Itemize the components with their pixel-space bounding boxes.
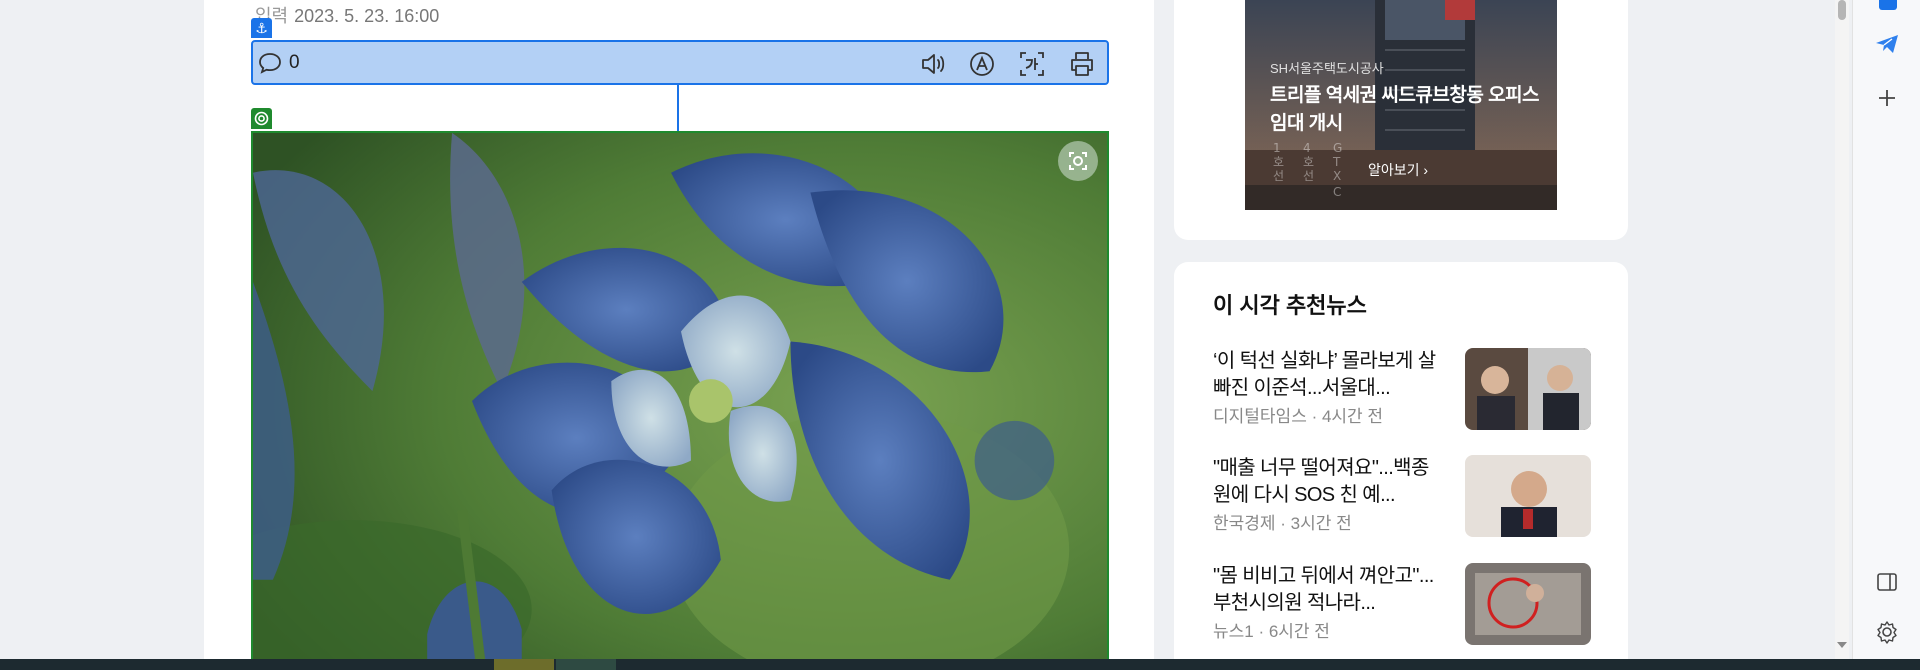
svg-text:호: 호	[1273, 155, 1284, 169]
news-headline: ‘이 턱선 실화냐’ 몰라보게 살 빠진 이준석...서울대...	[1213, 350, 1436, 399]
news-thumbnail	[1465, 348, 1591, 430]
scroll-down-arrow-icon[interactable]	[1837, 642, 1847, 648]
news-thumbnail	[1465, 563, 1591, 645]
speaker-icon	[922, 54, 945, 74]
add-icon	[1879, 90, 1895, 106]
svg-text:선: 선	[1303, 169, 1314, 183]
article-timestamp: 입력 2023. 5. 23. 16:00	[255, 2, 439, 28]
svg-text:C: C	[1333, 185, 1341, 199]
print-button[interactable]	[1067, 49, 1097, 79]
speech-bubble-icon	[259, 53, 281, 74]
ad-sponsor: SH서울주택도시공사	[1270, 61, 1384, 76]
article-toolbar: 0	[251, 40, 1109, 85]
telegram-button[interactable]	[1873, 30, 1901, 58]
toolbar-connector-line	[677, 85, 679, 132]
news-item[interactable]: "몸 비비고 뒤에서 껴안고"...부천시의원 적나라... 뉴스1 · 6시간…	[1213, 563, 1593, 659]
os-taskbar	[0, 659, 1920, 670]
news-section-title: 이 시각 추천뉴스	[1213, 293, 1367, 318]
settings-gear-icon	[1877, 621, 1897, 644]
taskbar-app[interactable]	[556, 659, 616, 670]
telegram-icon	[1876, 35, 1898, 53]
sidebar-toggle-button[interactable]	[1873, 568, 1901, 596]
settings-button[interactable]	[1873, 618, 1901, 646]
comment-button[interactable]: 0	[257, 50, 300, 76]
browser-side-panel	[1852, 0, 1920, 670]
text-size-button[interactable]	[967, 49, 997, 79]
listen-button[interactable]	[917, 49, 947, 79]
svg-text:선: 선	[1273, 169, 1284, 183]
news-meta: 뉴스1 · 6시간 전	[1213, 622, 1330, 641]
sidebar-toggle-icon	[1877, 573, 1897, 591]
line4-sign: 4	[1303, 141, 1311, 155]
gtx-sign: G	[1333, 141, 1342, 155]
news-thumbnail	[1465, 455, 1591, 537]
target-icon	[251, 108, 272, 129]
timestamp-value: 2023. 5. 23. 16:00	[294, 6, 440, 26]
flower-photo	[253, 133, 1107, 670]
line1-sign: 1	[1273, 141, 1281, 155]
translate-icon	[1020, 52, 1044, 76]
news-headline: "몸 비비고 뒤에서 껴안고"...부천시의원 적나라...	[1213, 565, 1434, 614]
ad-headline: 트리플 역세권 씨드큐브창동 오피스 임대 개시	[1270, 85, 1540, 134]
scroll-thumb[interactable]	[1838, 0, 1846, 20]
ad-learn-more-link[interactable]: 알아보기 ›	[1368, 160, 1428, 180]
outlook-button[interactable]	[1873, 0, 1901, 14]
scan-icon	[1069, 152, 1087, 170]
page-scrollbar[interactable]	[1835, 0, 1849, 660]
comment-count: 0	[289, 52, 300, 73]
svg-text:호: 호	[1303, 155, 1314, 169]
print-icon	[1071, 52, 1093, 76]
translate-button[interactable]	[1017, 49, 1047, 79]
svg-text:X: X	[1333, 169, 1341, 183]
news-item[interactable]: "매출 너무 떨어져요"...백종원에 다시 SOS 친 예... 한국경제 ·…	[1213, 455, 1593, 551]
news-headline: "매출 너무 떨어져요"...백종원에 다시 SOS 친 예...	[1213, 457, 1429, 506]
svg-text:T: T	[1332, 155, 1341, 169]
add-button[interactable]	[1873, 84, 1901, 112]
taskbar-app[interactable]	[494, 659, 554, 670]
news-meta: 디지털타임스 · 4시간 전	[1213, 407, 1384, 426]
image-search-button[interactable]	[1058, 141, 1098, 181]
news-meta: 한국경제 · 3시간 전	[1213, 514, 1352, 533]
anchor-icon: ⚓	[251, 18, 272, 38]
outlook-icon	[1879, 0, 1897, 10]
news-item[interactable]: ‘이 턱선 실화냐’ 몰라보게 살 빠진 이준석...서울대... 디지털타임스…	[1213, 348, 1593, 444]
article-photo[interactable]	[251, 131, 1109, 670]
text-size-icon	[970, 52, 994, 76]
